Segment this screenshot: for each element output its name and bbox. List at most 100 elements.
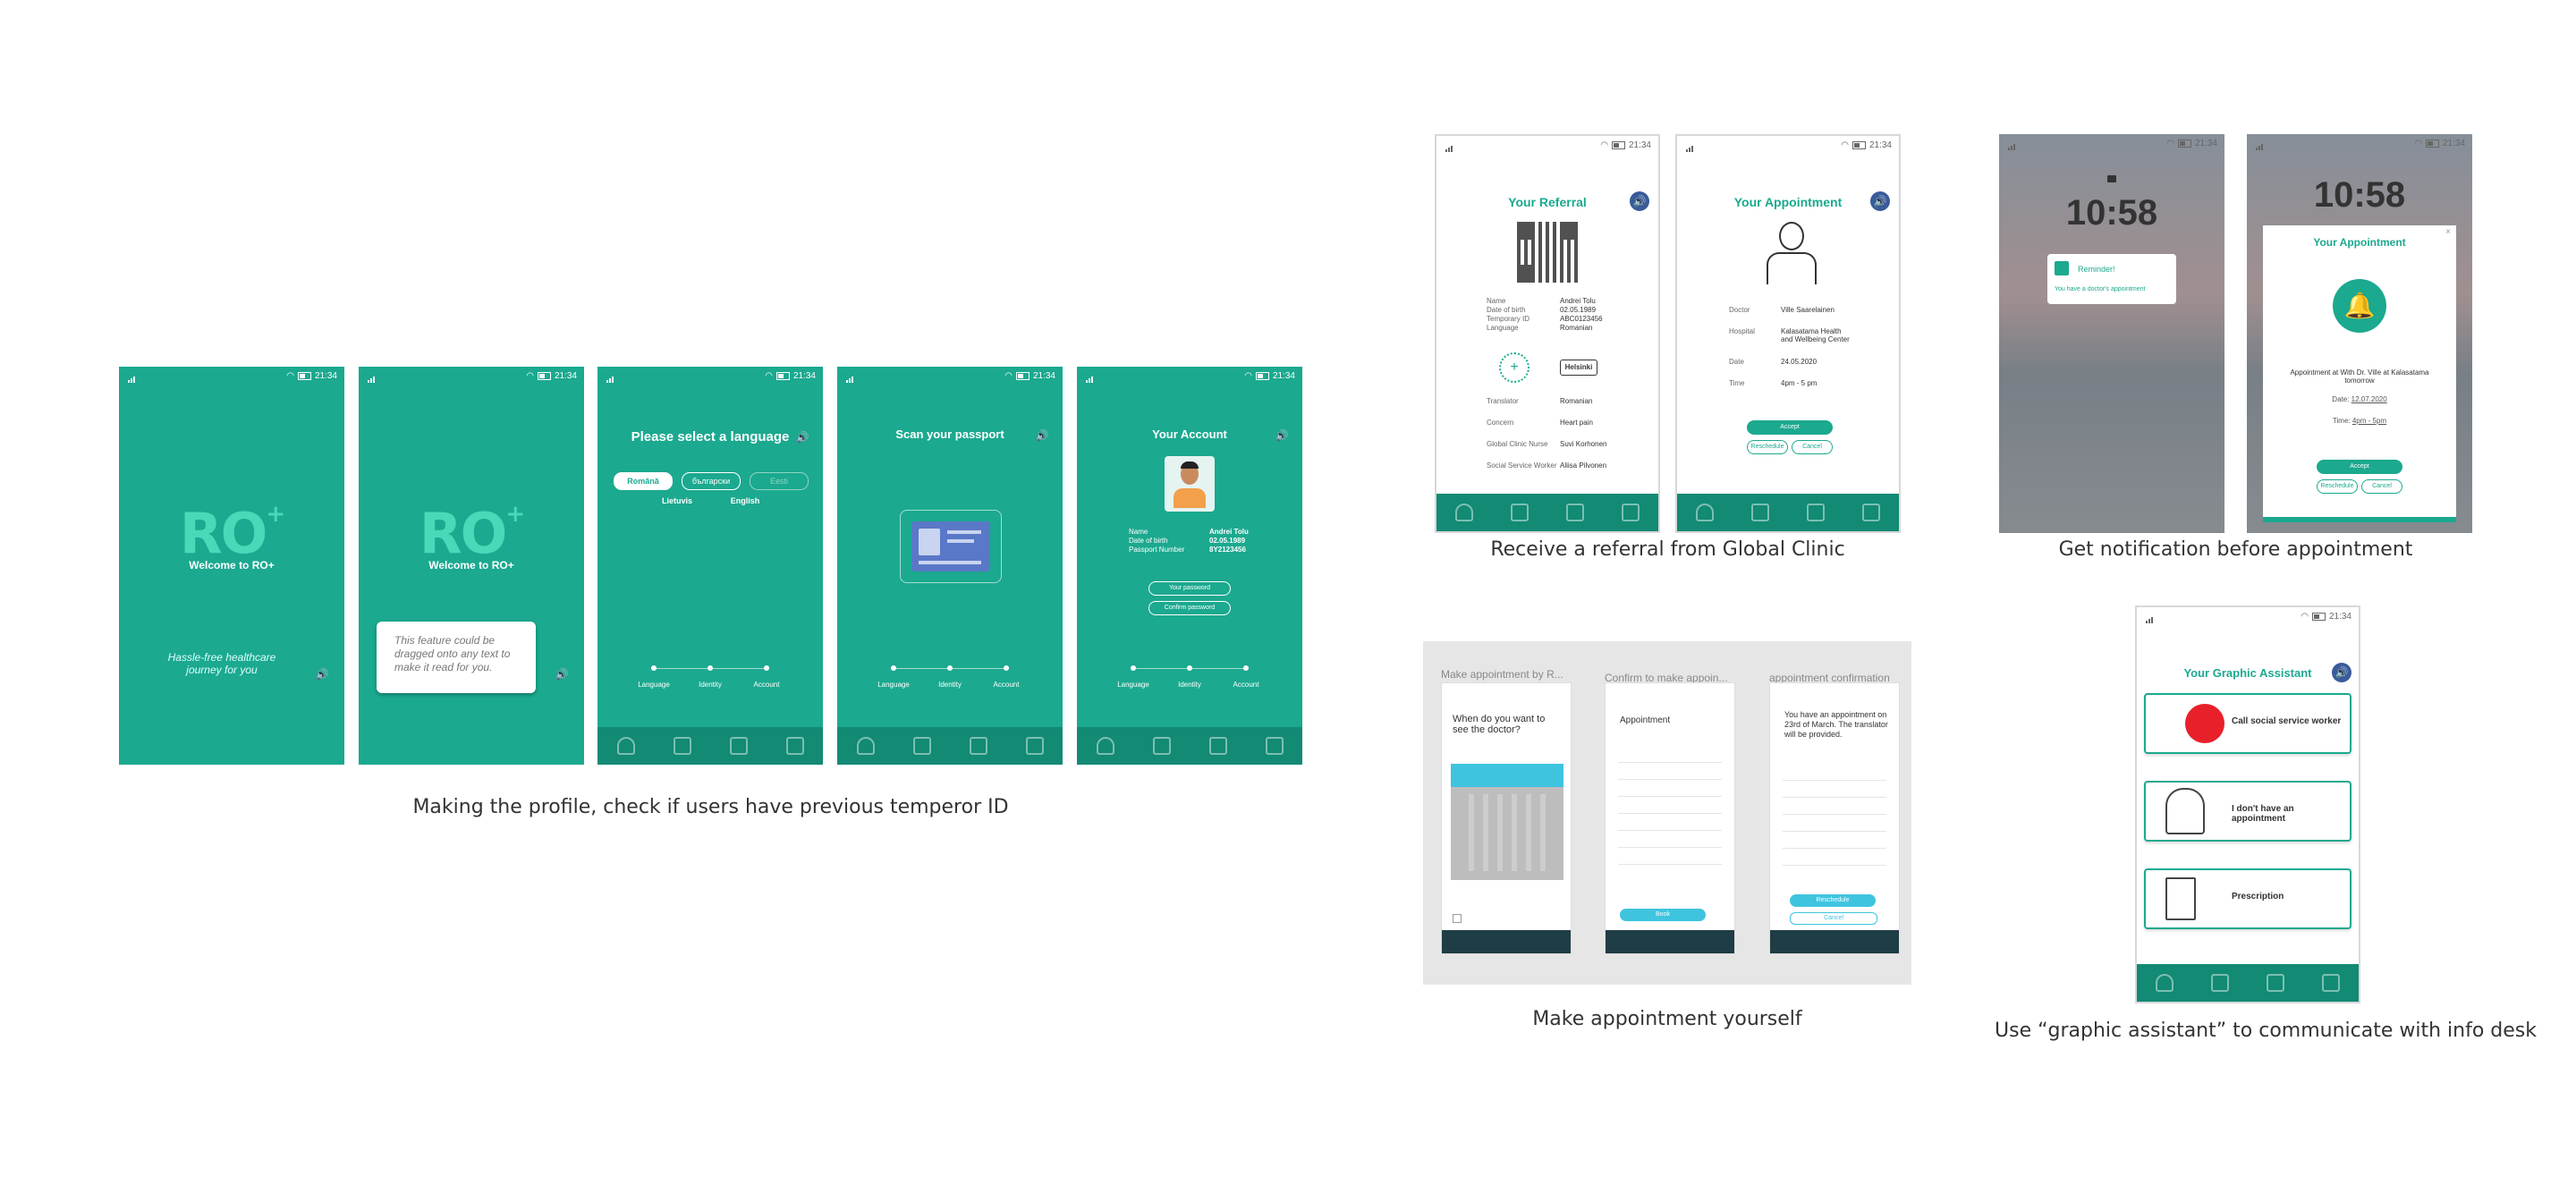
reminder-notification[interactable]: Reminder! You have a doctor's appointmen… [2047,254,2176,304]
page-title: Please select a language [631,429,790,444]
status-bar: ◠ 21:34 [1077,367,1302,386]
step-label: Identity [938,681,962,689]
status-bar: ◠ 21:34 [1436,136,1658,156]
password-field[interactable]: Your password [1148,581,1231,596]
speaker-icon[interactable]: 🔊 [552,664,572,684]
chat-icon[interactable] [1265,737,1284,755]
chat-icon[interactable] [1862,504,1880,521]
card-label: I don't have an appointment [2232,804,2294,824]
progress-steps: Language Identity Account [877,664,1019,700]
profile-icon[interactable] [1696,504,1714,521]
document-icon[interactable] [673,737,691,755]
speaker-icon[interactable]: 🔊 [312,664,332,684]
caption-assistant: Use “graphic assistant” to communicate w… [1995,1020,2537,1042]
chat-icon[interactable] [1025,737,1044,755]
speaker-icon[interactable]: 🔊 [2332,663,2351,682]
tab-bar [597,727,823,765]
document-icon[interactable] [912,737,931,755]
calendar-icon[interactable] [1566,504,1584,521]
profile-icon[interactable] [1096,737,1114,755]
status-bar: ◠ 21:34 [119,367,344,386]
reminder-title: Reminder! [2078,265,2115,274]
profile-icon[interactable] [1455,504,1473,521]
status-bar: ◠ 21:34 [2247,134,2472,154]
self-screen-date: When do you want to see the doctor? [1441,682,1572,954]
phone-assistant: ◠ 21:34 Your Graphic Assistant 🔊 Call soc… [2135,605,2360,1003]
language-option-bulgarian[interactable]: български [682,472,741,490]
status-bar: ◠ 21:34 [597,367,823,386]
modal-date: Date: 12.07.2020 [2332,395,2387,403]
prescription-icon [2165,877,2196,920]
self-screen-confirmation: You have an appointment on 23rd of March… [1769,682,1900,954]
language-option-romanian[interactable]: Română [614,472,673,490]
step-label: Language [1117,681,1149,689]
reschedule-button[interactable]: Reschedule [1747,440,1788,454]
calendar-icon[interactable] [1807,504,1825,521]
cancel-button[interactable]: Cancel [2361,479,2402,494]
page-title: Scan your passport [895,427,1004,441]
reschedule-button[interactable]: Reschedule [1790,894,1876,907]
reschedule-button[interactable]: Reschedule [2317,479,2358,494]
caption-referral: Receive a referral from Global Clinic [1490,538,1845,561]
document-icon[interactable] [1511,504,1529,521]
phone-lock-reminder: ◠ 21:34 10:58 Reminder! You have a doctor… [1999,134,2224,533]
self-question: You have an appointment on 23rd of March… [1784,710,1888,739]
modal-time: Time: 4pm - 5pm [2332,417,2387,425]
chat-icon[interactable] [1622,504,1640,521]
card-label: Call social service worker [2232,716,2342,726]
accept-button[interactable]: Accept [1747,420,1833,435]
caption-self-appointment: Make appointment yourself [1532,1008,1802,1030]
card-label: Prescription [2232,892,2284,902]
card-call-social-worker[interactable]: Call social service worker [2144,693,2351,754]
city-badge: Helsinki [1560,360,1597,376]
language-option-english[interactable]: English [716,492,775,510]
calendar-icon[interactable] [2267,974,2284,992]
cancel-button[interactable]: Cancel [1790,912,1877,925]
document-icon[interactable] [1751,504,1769,521]
speaker-icon[interactable]: 🔊 [792,427,812,447]
lock-clock: 10:58 [2313,175,2406,215]
profile-icon[interactable] [856,737,875,755]
progress-steps: Language Identity Account [638,664,779,700]
page-title: Your Graphic Assistant [2183,666,2312,680]
step-label: Identity [1178,681,1201,689]
tab-bar [837,727,1063,765]
card-prescription[interactable]: Prescription [2144,868,2351,929]
bell-icon: 🔔 [2333,279,2386,333]
speaker-icon[interactable]: 🔊 [1272,426,1292,445]
self-question: Appointment [1620,715,1671,725]
calendar-icon[interactable] [969,737,987,755]
book-button[interactable]: Book [1620,909,1706,921]
calendar-icon[interactable] [729,737,748,755]
language-option-estonian[interactable]: Eesti [750,472,809,490]
phone-lock-modal: ◠ 21:34 10:58 × Your Appointment 🔔 Appoin… [2247,134,2472,533]
cancel-button[interactable]: Cancel [1792,440,1833,454]
document-icon[interactable] [1152,737,1171,755]
language-option-lithuanian[interactable]: Lietuvis [648,492,707,510]
profile-icon[interactable] [2156,974,2174,992]
calendar-widget[interactable] [1451,764,1563,880]
checkbox[interactable] [1453,914,1462,923]
modal-title: Your Appointment [2313,236,2406,249]
phone-appointment: ◠ 21:34 Your Appointment 🔊 Doctor Ville Sa… [1675,134,1901,533]
tab-bar [1677,494,1899,531]
modal-text: Appointment at With Dr. Ville at Kalasat… [2290,368,2429,385]
reminder-text: You have a doctor's appointment [2055,286,2146,292]
welcome-subtitle: Welcome to RO+ [428,559,514,571]
social-worker-icon [2185,704,2224,743]
calendar-icon[interactable] [1208,737,1227,755]
document-icon[interactable] [2211,974,2229,992]
doctor-cross-icon [2165,788,2205,834]
speaker-icon[interactable]: 🔊 [1032,426,1052,445]
speaker-icon[interactable]: 🔊 [1630,191,1649,211]
chat-icon[interactable] [785,737,804,755]
accept-button[interactable]: Accept [2317,460,2402,474]
card-no-appointment[interactable]: I don't have an appointment [2144,781,2351,842]
profile-icon[interactable] [616,737,635,755]
confirm-password-field[interactable]: Confirm password [1148,601,1231,615]
chat-icon[interactable] [2322,974,2340,992]
page-title: Your Appointment [1733,195,1843,209]
speaker-icon[interactable]: 🔊 [1870,191,1890,211]
phone-welcome: ◠ 21:34 RO+ Welcome to RO+ Hassle-free he… [119,367,344,765]
account-field-dob: Date of birth 02.05.1989 [1129,537,1246,545]
